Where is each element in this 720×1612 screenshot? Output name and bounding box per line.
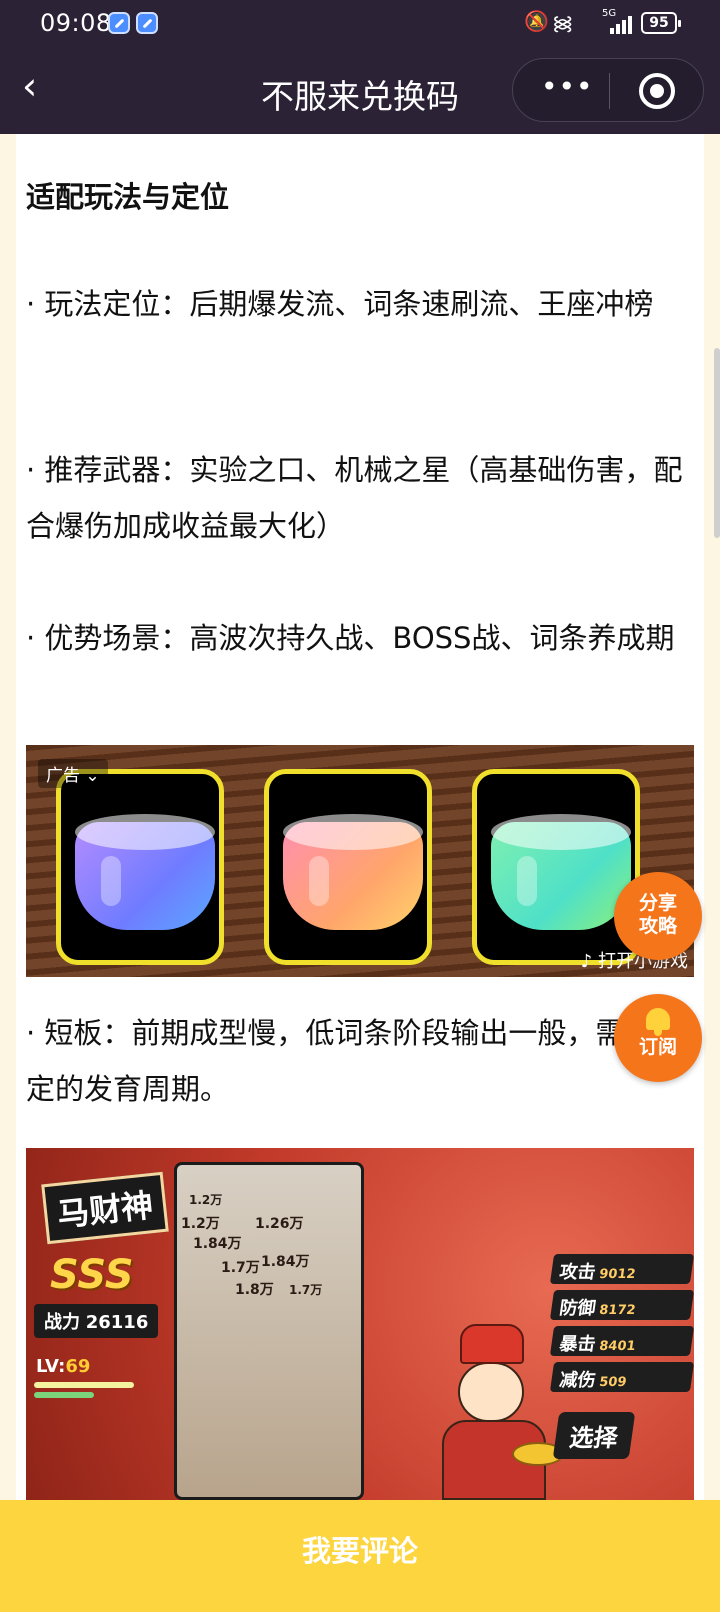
slime-tub-purple xyxy=(75,814,215,930)
exp-bar xyxy=(34,1392,94,1398)
section-heading: 适配玩法与定位 xyxy=(26,180,230,214)
subscribe-label: 订阅 xyxy=(638,1036,677,1058)
damage-number: 1.26万 xyxy=(255,1216,304,1232)
ad-label[interactable]: 广告 ⌄ xyxy=(38,759,108,788)
ad-banner[interactable]: 广告 ⌄ ♪ 打开小游戏 xyxy=(26,745,694,977)
capsule-divider xyxy=(609,73,610,109)
hero-name: 马财神 xyxy=(41,1171,169,1245)
slime-tub-green xyxy=(491,814,631,930)
wifi-icon: ᯼ xyxy=(552,11,574,35)
signal-icon: 5G xyxy=(602,8,634,34)
ad-card xyxy=(472,769,640,965)
status-bar: 09:08 🔕 ᯼ 5G 95 xyxy=(0,0,720,48)
left-margin xyxy=(0,134,16,1500)
more-options-icon[interactable]: ••• xyxy=(541,73,593,103)
article-content[interactable]: 适配玩法与定位 · 玩法定位：后期爆发流、词条速刷流、王座冲榜 · 推荐武器：实… xyxy=(0,134,720,1500)
app-notification-icon xyxy=(108,12,130,34)
damage-number: 1.2万 xyxy=(181,1216,220,1232)
hero-level: LV:69 xyxy=(36,1356,91,1377)
app-notification-icon-2 xyxy=(136,12,158,34)
share-guide-button[interactable]: 分享攻略 xyxy=(614,872,702,960)
hero-character xyxy=(418,1324,564,1500)
comment-button[interactable]: 我要评论 xyxy=(0,1528,720,1570)
stat-damage-reduction: 减伤509 xyxy=(549,1362,694,1392)
choose-label: 选择 xyxy=(552,1412,636,1459)
share-guide-label: 分享攻略 xyxy=(638,892,677,937)
paragraph-scenarios: · 优势场景：高波次持久战、BOSS战、词条养成期 xyxy=(26,621,675,655)
stat-attack: 攻击9012 xyxy=(549,1254,694,1284)
mute-icon: 🔕 xyxy=(524,9,549,33)
top-bar: 09:08 🔕 ᯼ 5G 95 ‹ 不服来兑换码 ••• xyxy=(0,0,720,134)
bell-icon xyxy=(646,1008,670,1036)
back-arrow-icon[interactable]: ‹ xyxy=(22,66,62,110)
battle-scene: 1.2万 1.2万 1.26万 1.84万 1.7万 1.84万 1.8万 1.… xyxy=(174,1162,364,1500)
battery-icon: 95 xyxy=(641,12,681,34)
close-target-icon[interactable] xyxy=(639,73,675,109)
hero-stats: 攻击9012 防御8172 暴击8401 减伤509 xyxy=(549,1254,694,1398)
ad-card xyxy=(264,769,432,965)
paragraph-weapons: · 推荐武器：实验之口、机械之星（高基础伤害，配合爆伤加成收益最大化） xyxy=(26,453,683,543)
hp-bar xyxy=(34,1382,134,1388)
scrollbar[interactable] xyxy=(714,348,720,538)
right-margin xyxy=(704,134,720,1500)
stat-crit: 暴击8401 xyxy=(549,1326,694,1356)
status-time: 09:08 xyxy=(40,9,112,37)
ad-card xyxy=(56,769,224,965)
paragraph-weakness: · 短板：前期成型慢，低词条阶段输出一般，需要一定的发育周期。 xyxy=(26,1016,683,1106)
hero-rank: SSS xyxy=(50,1252,134,1298)
stat-defense: 防御8172 xyxy=(549,1290,694,1320)
page-title: 不服来兑换码 xyxy=(261,77,459,116)
subscribe-button[interactable]: 订阅 xyxy=(614,994,702,1082)
mini-program-capsule: ••• xyxy=(512,58,704,122)
damage-number: 1.84万 xyxy=(261,1254,310,1270)
damage-number: 1.7万 xyxy=(221,1260,260,1276)
hero-power: 战力 26116 xyxy=(34,1304,159,1338)
paragraph-positioning: · 玩法定位：后期爆发流、词条速刷流、王座冲榜 xyxy=(26,287,654,321)
bottom-bar: 我要评论 xyxy=(0,1500,720,1612)
damage-number: 1.84万 xyxy=(193,1236,242,1252)
damage-number: 1.2万 xyxy=(189,1193,223,1207)
damage-number: 1.8万 xyxy=(235,1282,274,1298)
game-screenshot: 马财神 SSS 战力 26116 LV:69 1.2万 1.2万 1.26万 1… xyxy=(26,1148,694,1500)
damage-number: 1.7万 xyxy=(289,1283,323,1297)
slime-tub-orange xyxy=(283,814,423,930)
